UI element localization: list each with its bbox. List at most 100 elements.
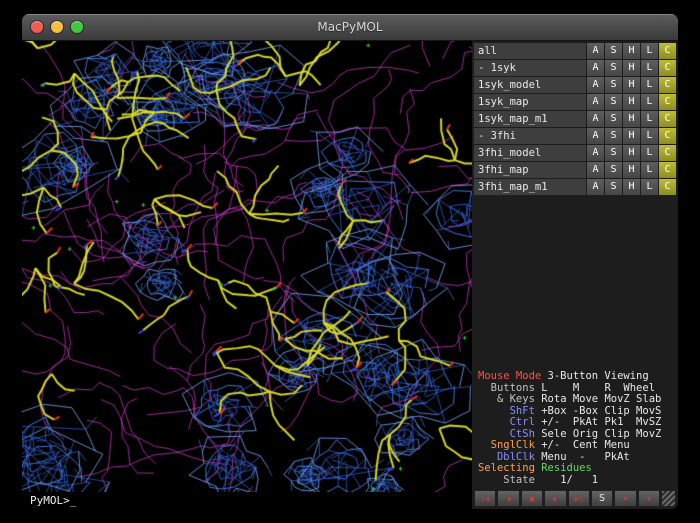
s-menu-button[interactable]: S — [605, 162, 622, 178]
mouse-panel-text: CtSh — [478, 428, 535, 440]
control-panel: allASHLC- 1sykASHLC1syk_modelASHLC1syk_m… — [472, 41, 678, 509]
object-row-label[interactable]: all — [474, 43, 586, 59]
object-row-label[interactable]: 1syk_map — [474, 94, 586, 110]
a-menu-button[interactable]: A — [587, 179, 604, 195]
step-back-button[interactable]: ◀ — [497, 490, 519, 507]
object-row: 1syk_mapASHLC — [474, 94, 676, 110]
h-menu-button[interactable]: H — [623, 43, 640, 59]
a-menu-button[interactable]: A — [587, 111, 604, 127]
a-menu-button[interactable]: A — [587, 145, 604, 161]
minimize-button-icon[interactable] — [51, 21, 63, 33]
l-menu-button[interactable]: L — [641, 128, 658, 144]
h-menu-button[interactable]: H — [623, 111, 640, 127]
resize-grip-icon[interactable] — [661, 490, 676, 507]
object-row: allASHLC — [474, 43, 676, 59]
l-menu-button[interactable]: L — [641, 60, 658, 76]
dropdown-button-2[interactable]: ▼ — [638, 490, 660, 507]
mouse-panel-text: State — [478, 474, 535, 486]
object-row-label[interactable]: 3fhi_map — [474, 162, 586, 178]
object-row: 3fhi_mapASHLC — [474, 162, 676, 178]
c-menu-button[interactable]: C — [659, 43, 676, 59]
s-menu-button[interactable]: S — [605, 94, 622, 110]
s-menu-button[interactable]: S — [605, 43, 622, 59]
s-menu-button[interactable]: S — [605, 111, 622, 127]
object-row-label[interactable]: 3fhi_map_m1 — [474, 179, 586, 195]
l-menu-button[interactable]: L — [641, 43, 658, 59]
l-menu-button[interactable]: L — [641, 94, 658, 110]
mouse-panel-text: L M R Wheel — [535, 382, 655, 394]
c-menu-button[interactable]: C — [659, 179, 676, 195]
h-menu-button[interactable]: H — [623, 77, 640, 93]
l-menu-button[interactable]: L — [641, 179, 658, 195]
play-button[interactable]: ▶ — [544, 490, 566, 507]
a-menu-button[interactable]: A — [587, 60, 604, 76]
c-menu-button[interactable]: C — [659, 162, 676, 178]
object-row: 3fhi_modelASHLC — [474, 145, 676, 161]
s-menu-button[interactable]: S — [605, 77, 622, 93]
rewind-button[interactable]: |◀ — [474, 490, 496, 507]
mouse-panel-text: +/- Cent Menu — [535, 439, 630, 451]
object-row-label[interactable]: 3fhi_model — [474, 145, 586, 161]
mouse-panel-text: Mouse Mode — [478, 370, 541, 382]
mouse-panel-text: Rota Move MovZ Slab — [535, 393, 661, 405]
h-menu-button[interactable]: H — [623, 94, 640, 110]
object-row: 1syk_map_m1ASHLC — [474, 111, 676, 127]
a-menu-button[interactable]: A — [587, 94, 604, 110]
molecule-viewport-3d[interactable] — [22, 41, 472, 492]
mouse-panel-text: DblClk — [478, 451, 535, 463]
zoom-button-icon[interactable] — [71, 21, 83, 33]
object-row-label[interactable]: - 1syk — [474, 60, 586, 76]
c-menu-button[interactable]: C — [659, 60, 676, 76]
mouse-panel-text: Selecting — [478, 462, 535, 474]
mouse-panel-line: State 1/ 1 — [478, 475, 672, 487]
c-menu-button[interactable]: C — [659, 94, 676, 110]
object-row-label[interactable]: 1syk_model — [474, 77, 586, 93]
c-menu-button[interactable]: C — [659, 145, 676, 161]
s-menu-button[interactable]: S — [605, 179, 622, 195]
s-menu-button[interactable]: S — [605, 128, 622, 144]
mouse-panel-text: & Keys — [478, 393, 535, 405]
c-menu-button[interactable]: C — [659, 77, 676, 93]
l-menu-button[interactable]: L — [641, 162, 658, 178]
stop-button[interactable]: ■ — [521, 490, 543, 507]
c-menu-button[interactable]: C — [659, 128, 676, 144]
object-row-label[interactable]: - 3fhi — [474, 128, 586, 144]
titlebar[interactable]: MacPyMOL — [22, 14, 678, 41]
mouse-panel-text: +Box -Box Clip MovS — [535, 405, 661, 417]
close-button-icon[interactable] — [31, 21, 43, 33]
h-menu-button[interactable]: H — [623, 179, 640, 195]
s-menu-button[interactable]: S — [605, 60, 622, 76]
l-menu-button[interactable]: L — [641, 111, 658, 127]
a-menu-button[interactable]: A — [587, 43, 604, 59]
a-menu-button[interactable]: A — [587, 162, 604, 178]
l-menu-button[interactable]: L — [641, 145, 658, 161]
mouse-panel-text: SnglClk — [478, 439, 535, 451]
window-title: MacPyMOL — [317, 20, 382, 34]
c-menu-button[interactable]: C — [659, 111, 676, 127]
step-forward-button[interactable]: ▶| — [568, 490, 590, 507]
object-row-label[interactable]: 1syk_map_m1 — [474, 111, 586, 127]
object-row: 1syk_modelASHLC — [474, 77, 676, 93]
app-window: MacPyMOL PyMOL>_ allASHLC- 1sykASHLC1syk… — [22, 14, 678, 509]
mouse-panel-text: 3-Button Viewing — [541, 370, 648, 382]
h-menu-button[interactable]: H — [623, 128, 640, 144]
mouse-panel-text: Menu - PkAt — [535, 451, 630, 463]
mouse-panel-text: ShFt — [478, 405, 535, 417]
object-list: allASHLC- 1sykASHLC1syk_modelASHLC1syk_m… — [474, 43, 676, 196]
mouse-panel-text: Residues — [535, 462, 592, 474]
h-menu-button[interactable]: H — [623, 145, 640, 161]
mouse-panel-text: Sele Orig Clip MovZ — [535, 428, 661, 440]
a-menu-button[interactable]: A — [587, 77, 604, 93]
s-button[interactable]: S — [591, 490, 613, 507]
a-menu-button[interactable]: A — [587, 128, 604, 144]
h-menu-button[interactable]: H — [623, 162, 640, 178]
mouse-panel: Mouse Mode 3-Button Viewing Buttons L M … — [474, 371, 676, 488]
object-row: - 3fhiASHLC — [474, 128, 676, 144]
h-menu-button[interactable]: H — [623, 60, 640, 76]
vcr-controls: |◀◀■▶▶|S▼▼ — [474, 490, 676, 507]
s-menu-button[interactable]: S — [605, 145, 622, 161]
command-prompt[interactable]: PyMOL>_ — [22, 492, 472, 509]
l-menu-button[interactable]: L — [641, 77, 658, 93]
object-row: - 1sykASHLC — [474, 60, 676, 76]
dropdown-button-1[interactable]: ▼ — [614, 490, 636, 507]
